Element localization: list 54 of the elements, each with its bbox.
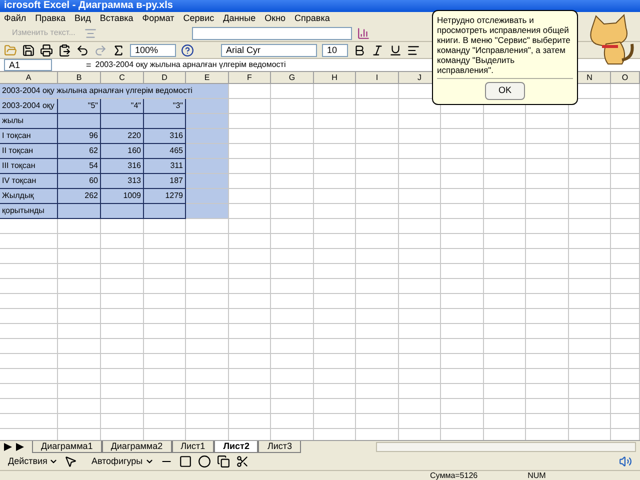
actions-menu[interactable]: Действия <box>8 454 58 468</box>
table-cell[interactable]: 2003-2004 оқу <box>0 99 58 114</box>
table-cell[interactable]: 60 <box>58 174 101 189</box>
table-cell[interactable]: 1009 <box>101 189 144 204</box>
table-cell[interactable]: 262 <box>58 189 101 204</box>
menu-item[interactable]: Файл <box>4 14 26 23</box>
sheet-tab[interactable]: Лист1 <box>172 441 214 453</box>
formula-field[interactable]: 2003-2004 оқу жылына арналған үлгерім ведомості <box>95 61 286 69</box>
sheet-tab[interactable]: Лист3 <box>258 441 302 453</box>
table-cell[interactable]: қорытынды <box>0 204 58 219</box>
num-lock-indicator: NUM <box>528 472 546 480</box>
balloon-text: Нетрудно отслеживать и просмотреть исправления общей книги. В меню "Сервис" выберите команду "Исправления", а затем команду "Выделить исправления". <box>437 15 572 75</box>
sheet-tab[interactable]: Диаграмма2 <box>102 441 172 453</box>
table-cell[interactable]: 160 <box>101 144 144 159</box>
table-cell[interactable]: "3" <box>144 99 186 114</box>
table-cell[interactable]: "4" <box>101 99 144 114</box>
table-cell[interactable]: 54 <box>58 159 101 174</box>
table-cell[interactable]: III тоқсан <box>0 159 58 174</box>
table-cell[interactable]: жылы <box>0 114 58 129</box>
menu-item[interactable]: Вставка <box>100 14 134 23</box>
autoshapes-menu[interactable]: Автофигуры <box>91 454 154 468</box>
menu-item[interactable]: Сервис <box>183 14 214 23</box>
table-cell[interactable]: IV тоқсан <box>0 174 58 189</box>
menu-item[interactable]: Справка <box>294 14 330 23</box>
table-cell[interactable]: 62 <box>58 144 101 159</box>
menu-item[interactable]: Данные <box>223 14 256 23</box>
table-cell[interactable]: 1279 <box>144 189 186 204</box>
sum-readout: Сумма=5126 <box>430 472 478 480</box>
table-cell[interactable]: "5" <box>58 99 101 114</box>
table-cell[interactable]: 465 <box>144 144 186 159</box>
zoom-field[interactable]: 100% <box>130 44 176 56</box>
table-cell[interactable]: 96 <box>58 129 101 144</box>
table-cell[interactable]: 2003-2004 оқу жылына арналған үлгерім ведомості <box>0 84 229 99</box>
table-cell[interactable]: I тоқсан <box>0 129 58 144</box>
table-cell[interactable]: 316 <box>101 159 144 174</box>
font-size-field[interactable]: 10 <box>322 44 348 56</box>
window-title: icrosoft Excel - Диаграмма в-ру.xls <box>4 1 173 11</box>
table-cell[interactable]: 313 <box>101 174 144 189</box>
table-cell[interactable]: 316 <box>144 129 186 144</box>
equals-sign: = <box>86 60 92 70</box>
table-cell[interactable]: 187 <box>144 174 186 189</box>
font-field[interactable]: Arial Cyr <box>221 44 317 56</box>
table-cell[interactable]: Жылдық <box>0 189 58 204</box>
menu-item[interactable]: Вид <box>74 14 91 23</box>
menu-item[interactable]: Окно <box>264 14 286 23</box>
table-cell[interactable]: 220 <box>101 129 144 144</box>
menu-item[interactable]: Правка <box>35 14 66 23</box>
ok-button[interactable]: OK <box>485 82 524 100</box>
menu-item[interactable]: Формат <box>142 14 174 23</box>
table-cell[interactable]: 311 <box>144 159 186 174</box>
sheet-tab[interactable]: Лист2 <box>214 441 258 453</box>
name-box[interactable]: A1 <box>4 59 52 71</box>
sheet-tab[interactable]: Диаграмма1 <box>32 441 102 453</box>
table-cell[interactable]: II тоқсан <box>0 144 58 159</box>
